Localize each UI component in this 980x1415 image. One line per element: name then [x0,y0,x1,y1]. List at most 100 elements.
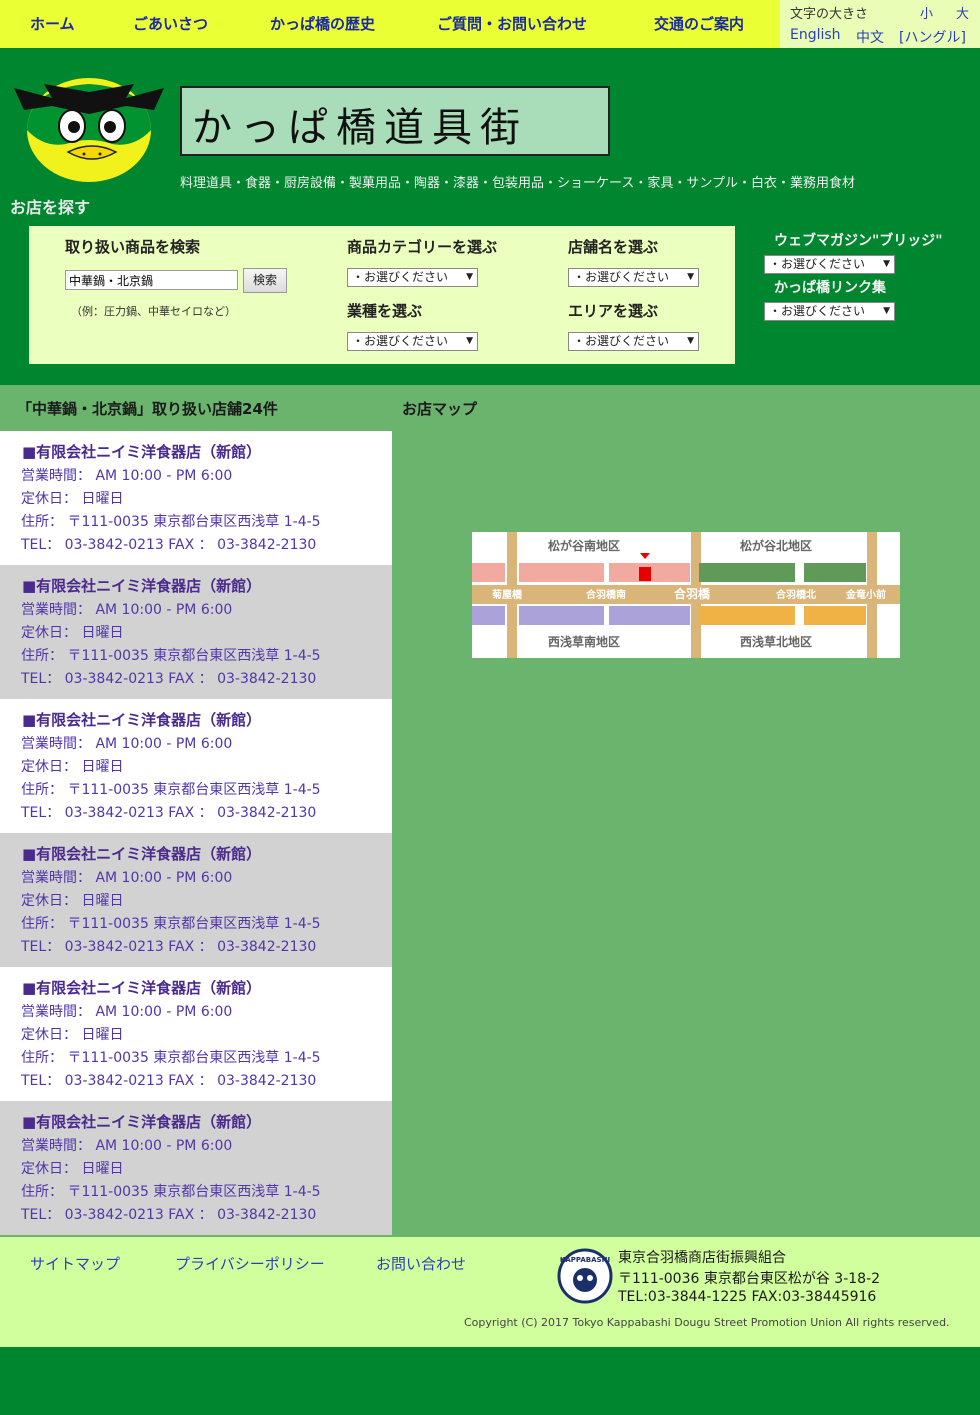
store-address: 住所： 〒111-0035 東京都台東区西浅草 1-4-5 [21,916,321,932]
store-tel: TEL： 03-3842-0213 FAX ： 03-3842-2130 [21,1207,317,1223]
map-intersection-label: 金竜小前 [845,588,886,601]
results-count: 「中華鍋・北京鍋」取り扱い店舗24件 [17,400,278,418]
store-tel: TEL： 03-3842-0213 FAX ： 03-3842-2130 [21,671,317,687]
store-closed-day: 定休日： 日曜日 [21,1027,124,1043]
font-size-large-link[interactable]: 大 [956,3,969,22]
links-select[interactable]: ・お選びください ▼ [764,302,895,321]
shop-map[interactable]: 松が谷南地区 松が谷北地区 西浅草南地区 西浅草北地区 菊屋橋 合羽橋南 合羽橋… [472,532,900,658]
store-hours: 営業時間： AM 10:00 - PM 6:00 [21,870,233,886]
site-logo[interactable]: かっぱ橋道具街 [180,86,610,156]
map-title: お店マップ [402,400,478,418]
logo-text: かっぱ橋道具街 [192,105,528,151]
map-district-label: 松が谷南地区 [548,538,620,553]
shop-name-select-value: ・お選びください [573,270,670,284]
store-item: ■有限会社ニイミ洋食器店（新館） 営業時間： AM 10:00 - PM 6:00… [0,967,392,1101]
area-select-value: ・お選びください [573,334,670,348]
chevron-down-icon: ▼ [687,336,694,346]
store-hours: 営業時間： AM 10:00 - PM 6:00 [21,468,233,484]
font-size-language-box: 文字の大きさ 小 大 English 中文 [ハングル] [780,0,980,48]
lang-english-link[interactable]: English [790,27,841,43]
footer: サイトマップ プライバシーポリシー お問い合わせ KAPPABASHI 東京合羽… [0,1237,980,1347]
top-nav: ホーム ごあいさつ かっぱ橋の歴史 ご質問・お問い合わせ 交通のご案内 [0,0,780,48]
store-name-link[interactable]: ■有限会社ニイミ洋食器店（新館） [22,1111,261,1132]
category-heading: 商品カテゴリーを選ぶ [347,238,498,256]
product-search-heading: 取り扱い商品を検索 [65,238,201,256]
magazine-heading: ウェブマガジン"ブリッジ" [774,233,943,249]
store-hours: 営業時間： AM 10:00 - PM 6:00 [21,736,233,752]
nav-access[interactable]: 交通のご案内 [654,13,744,34]
font-size-label: 文字の大きさ [790,7,869,22]
store-tel: TEL： 03-3842-0213 FAX ： 03-3842-2130 [21,537,317,553]
area-heading: エリアを選ぶ [568,302,659,320]
store-closed-day: 定休日： 日曜日 [21,893,124,909]
store-item: ■有限会社ニイミ洋食器店（新館） 営業時間： AM 10:00 - PM 6:00… [0,565,392,699]
seal-text: KAPPABASHI [560,1256,610,1264]
store-name-link[interactable]: ■有限会社ニイミ洋食器店（新館） [22,977,261,998]
kappa-mascot-icon[interactable] [14,70,164,182]
store-name-link[interactable]: ■有限会社ニイミ洋食器店（新館） [22,709,261,730]
results-area: 「中華鍋・北京鍋」取り扱い店舗24件 お店マップ ■有限会社ニイミ洋食器店（新館… [0,385,980,1237]
store-closed-day: 定休日： 日曜日 [21,759,124,775]
links-select-value: ・お選びください [769,304,866,318]
org-name: 東京合羽橋商店街振興組合 [618,1250,786,1266]
store-address: 住所： 〒111-0035 東京都台東区西浅草 1-4-5 [21,648,321,664]
nav-contact[interactable]: ご質問・お問い合わせ [437,13,587,34]
area-select[interactable]: ・お選びください ▼ [568,332,699,351]
store-hours: 営業時間： AM 10:00 - PM 6:00 [21,1004,233,1020]
store-item: ■有限会社ニイミ洋食器店（新館） 営業時間： AM 10:00 - PM 6:00… [0,431,392,565]
copyright: Copyright (C) 2017 Tokyo Kappabashi Doug… [464,1316,950,1329]
chevron-down-icon: ▼ [883,306,890,316]
store-name-link[interactable]: ■有限会社ニイミ洋食器店（新館） [22,575,261,596]
industry-select-value: ・お選びください [352,334,449,348]
chevron-down-icon: ▼ [687,272,694,282]
nav-home[interactable]: ホーム [30,13,75,34]
store-item: ■有限会社ニイミ洋食器店（新館） 営業時間： AM 10:00 - PM 6:00… [0,1101,392,1235]
store-address: 住所： 〒111-0035 東京都台東区西浅草 1-4-5 [21,1184,321,1200]
map-district-label: 松が谷北地区 [740,538,812,553]
store-tel: TEL： 03-3842-0213 FAX ： 03-3842-2130 [21,1073,317,1089]
store-closed-day: 定休日： 日曜日 [21,491,124,507]
nav-greeting[interactable]: ごあいさつ [133,13,208,34]
org-address: 〒111-0036 東京都台東区松が谷 3-18-2 [618,1271,881,1287]
lang-chinese-link[interactable]: 中文 [856,27,884,47]
store-name-link[interactable]: ■有限会社ニイミ洋食器店（新館） [22,843,261,864]
product-search-input[interactable] [65,270,238,290]
store-address: 住所： 〒111-0035 東京都台東区西浅草 1-4-5 [21,782,321,798]
font-size-small-link[interactable]: 小 [920,3,933,22]
map-intersection-label: 合羽橋 [674,586,711,601]
chevron-down-icon: ▼ [883,259,890,269]
store-closed-day: 定休日： 日曜日 [21,1161,124,1177]
chevron-down-icon: ▼ [466,336,473,346]
magazine-select[interactable]: ・お選びください ▼ [764,255,895,274]
store-hours: 営業時間： AM 10:00 - PM 6:00 [21,602,233,618]
footer-sitemap-link[interactable]: サイトマップ [30,1253,120,1274]
footer-privacy-link[interactable]: プライバシーポリシー [175,1253,325,1274]
map-district-label: 西浅草南地区 [548,634,620,649]
links-heading: かっぱ橋リンク集 [774,280,886,296]
search-button[interactable]: 検索 [243,268,287,293]
map-intersection-label: 合羽橋北 [775,588,816,601]
magazine-select-value: ・お選びください [769,257,866,271]
industry-heading: 業種を選ぶ [347,302,423,320]
shop-name-select[interactable]: ・お選びください ▼ [568,268,699,287]
store-name-link[interactable]: ■有限会社ニイミ洋食器店（新館） [22,441,261,462]
org-tel: TEL:03-3844-1225 FAX:03-38445916 [618,1289,877,1305]
industry-select[interactable]: ・お選びください ▼ [347,332,478,351]
store-address: 住所： 〒111-0035 東京都台東区西浅草 1-4-5 [21,514,321,530]
chevron-down-icon: ▼ [466,272,473,282]
tagline: 料理道具・食器・厨房設備・製菓用品・陶器・漆器・包装用品・ショーケース・家具・サ… [180,176,855,191]
store-tel: TEL： 03-3842-0213 FAX ： 03-3842-2130 [21,805,317,821]
map-district-label: 西浅草北地区 [740,634,812,649]
store-address: 住所： 〒111-0035 東京都台東区西浅草 1-4-5 [21,1050,321,1066]
category-select-value: ・お選びください [352,270,449,284]
nav-history[interactable]: かっぱ橋の歴史 [270,13,375,34]
store-closed-day: 定休日： 日曜日 [21,625,124,641]
footer-contact-link[interactable]: お問い合わせ [376,1253,466,1274]
map-intersection-label: 合羽橋南 [585,588,626,601]
store-hours: 営業時間： AM 10:00 - PM 6:00 [21,1138,233,1154]
store-item: ■有限会社ニイミ洋食器店（新館） 営業時間： AM 10:00 - PM 6:00… [0,699,392,833]
store-item: ■有限会社ニイミ洋食器店（新館） 営業時間： AM 10:00 - PM 6:00… [0,833,392,967]
category-select[interactable]: ・お選びください ▼ [347,268,478,287]
lang-korean-link[interactable]: [ハングル] [899,27,966,47]
kappabashi-seal-icon: KAPPABASHI [557,1248,613,1304]
